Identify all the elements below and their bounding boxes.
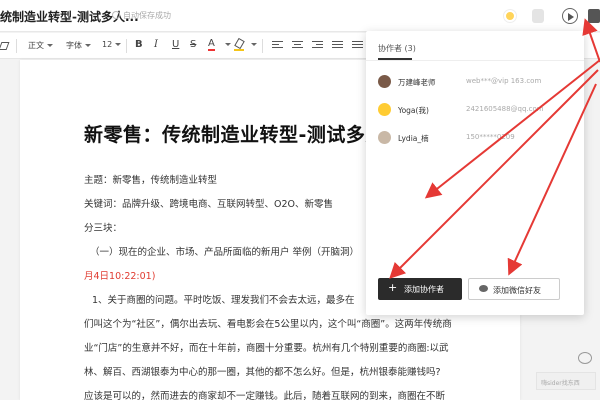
avatar [378,103,391,116]
strikethrough-button[interactable]: S [190,39,196,50]
collaborators-icon[interactable] [588,9,600,23]
collaborators-panel: 协作者 (3) 万建峰老师 web***@vip 163.com Yoga(我)… [366,31,584,315]
align-justify-icon[interactable] [332,41,343,51]
chevron-down-icon [225,43,231,46]
add-wechat-friend-button[interactable]: 添加微信好友 [468,278,560,300]
search-hint-box[interactable]: 嗨sider找东西 [536,372,596,390]
collaborator-row[interactable]: Lydia_楠 150*****0209 [378,131,578,145]
save-status: 自动保存成功 [112,10,171,21]
eraser-icon[interactable] [0,42,10,50]
plus-icon: + [388,281,398,294]
font-size-select[interactable]: 12 [102,40,122,49]
align-left-icon[interactable] [272,41,283,51]
collaborator-name: Yoga(我) [398,106,429,115]
top-bar: 统制造业转型-测试多人... 自动保存成功 [0,0,600,32]
doc-line-timestamp: 月4日10:22:01) [84,271,156,282]
add-collaborator-label: 添加协作者 [404,285,444,294]
wechat-icon [479,285,488,292]
doc-line-keywords: 关键词：品牌升级、跨境电商、互联网转型、O2O、新零售 [84,199,333,210]
chevron-down-icon [115,43,122,46]
avatar [378,131,391,144]
highlight-dropdown[interactable] [248,40,257,49]
chevron-down-icon [85,44,91,47]
collaborator-contact: 150*****0209 [466,133,515,141]
collaborator-row[interactable]: 万建峰老师 web***@vip 163.com [378,75,578,89]
add-collaborator-button[interactable]: + 添加协作者 [378,278,462,300]
bookmark-icon[interactable] [532,9,544,23]
play-icon[interactable] [562,8,578,24]
check-circle-icon [112,11,120,19]
avatar [378,75,391,88]
align-right-icon[interactable] [312,41,323,51]
doc-line-paragraph: 1、关于商圈的问题。平时吃饭、理发我们不会去太远，最多在 [92,295,355,306]
paragraph-style-select[interactable]: 正文 [28,40,53,51]
document-heading: 新零售：传统制造业转型-测试多人 [84,124,385,146]
panel-divider [366,60,584,61]
doc-line-paragraph: 们叫这个为“社区”，偶尔出去玩、看电影会在5公里以内，这个叫“商圈”。这两年传统… [84,319,452,330]
align-center-icon[interactable] [292,41,303,51]
collaborator-contact: web***@vip 163.com [466,77,542,85]
toolbar-divider [262,39,263,53]
collaborator-name: 万建峰老师 [398,78,436,87]
list-icon[interactable] [352,41,363,51]
doc-line-paragraph: 业“门店”的生意并不好，而在十年前，商圈十分重要。杭州有几个特别重要的商圈:以武 [84,343,449,354]
collaborator-contact: 2421605488@qq.com [466,105,544,113]
chevron-down-icon [47,44,53,47]
collaborator-row[interactable]: Yoga(我) 2421605488@qq.com [378,103,578,117]
collaborator-name: Lydia_楠 [398,134,429,143]
font-size-label: 12 [102,40,113,49]
font-family-select[interactable]: 字体 [66,40,91,51]
italic-button[interactable]: I [154,39,158,50]
doc-line-paragraph: 林、解百、西湖银泰为中心的那一圈，其他的都不怎么好。但是，杭州银泰能赚钱吗? [84,367,441,378]
chevron-down-icon [251,43,257,46]
save-status-text: 自动保存成功 [123,11,171,20]
highlight-icon[interactable] [234,39,244,51]
add-wechat-friend-label: 添加微信好友 [493,286,541,295]
user-avatar-icon[interactable] [504,10,516,22]
doc-line-section-one: （一）现在的企业、市场、产品所面临的新用户 举例（开脑洞） [90,247,360,258]
toolbar-divider [126,39,127,53]
font-family-label: 字体 [66,41,82,50]
doc-line-paragraph: 应该是可以的，然而进去的商家却不一定赚钱。此后，随着互联网的到来，商圈在不断 [84,391,446,400]
font-color-button[interactable]: A [208,38,215,51]
doc-line-topic: 主题：新零售，传统制造业转型 [84,175,218,186]
font-color-dropdown[interactable] [222,40,231,49]
underline-button[interactable]: U [172,39,179,50]
panel-title: 协作者 (3) [378,44,416,53]
paragraph-style-label: 正文 [28,41,44,50]
toolbar-divider [16,39,17,53]
wechat-watermark-icon [578,352,592,364]
bold-button[interactable]: B [135,39,143,50]
doc-line-sections: 分三块： [84,223,123,234]
